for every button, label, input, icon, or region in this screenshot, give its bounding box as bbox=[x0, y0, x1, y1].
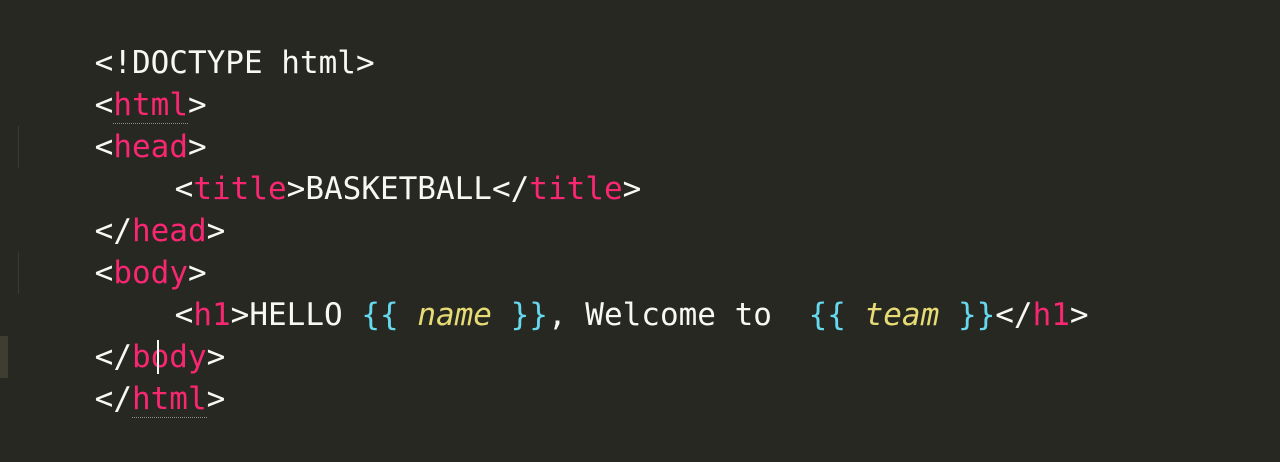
indent-guide bbox=[18, 126, 19, 168]
code-line-h1[interactable]: <h1>HELLO {{ name }}, Welcome to {{ team… bbox=[20, 252, 1089, 333]
tag-bracket-close: > bbox=[622, 171, 642, 207]
template-brace-close: }} bbox=[510, 297, 548, 333]
template-brace-open: {{ bbox=[361, 297, 399, 333]
tag-bracket-close-open: </ bbox=[995, 297, 1033, 333]
template-variable-name: name bbox=[417, 297, 492, 333]
code-line-body-close[interactable]: </body> bbox=[20, 294, 226, 375]
template-variable-team: team bbox=[864, 297, 940, 333]
tag-bracket-close: > bbox=[206, 213, 226, 249]
code-line-head-open[interactable]: <head> bbox=[20, 84, 207, 165]
title-close-tag-name: title bbox=[529, 171, 623, 207]
hello-text: HELLO bbox=[249, 297, 362, 333]
current-line-gutter-marker bbox=[0, 336, 8, 378]
code-editor[interactable]: <!DOCTYPE html> <html> <head> <title>BAS… bbox=[0, 0, 1280, 418]
tag-bracket-close: > bbox=[1069, 297, 1089, 333]
code-line-head-close[interactable]: </head> bbox=[20, 168, 226, 249]
tag-bracket-close: > bbox=[230, 297, 250, 333]
code-line-title[interactable]: <title>BASKETBALL</title> bbox=[20, 126, 642, 207]
template-brace-close: }} bbox=[957, 297, 996, 333]
h1-close-tag-name: h1 bbox=[1032, 297, 1070, 333]
code-line-body-open[interactable]: <body> bbox=[20, 210, 207, 291]
title-text: BASKETBALL bbox=[305, 171, 492, 207]
code-line-html-open[interactable]: <html> bbox=[20, 42, 207, 124]
code-line-doctype[interactable]: <!DOCTYPE html> bbox=[20, 0, 375, 81]
welcome-text: , Welcome to bbox=[547, 297, 791, 333]
text-cursor bbox=[157, 340, 159, 374]
indent-guide bbox=[18, 252, 19, 294]
tag-bracket-close: > bbox=[206, 381, 226, 417]
code-line-html-close[interactable]: </html> bbox=[20, 336, 225, 418]
tag-bracket-close-open: </ bbox=[491, 171, 530, 207]
tag-bracket-close: > bbox=[286, 171, 306, 207]
template-brace-open: {{ bbox=[808, 297, 846, 333]
tag-bracket-close-open: </ bbox=[94, 381, 132, 417]
html-close-tag-name: html bbox=[131, 381, 207, 418]
